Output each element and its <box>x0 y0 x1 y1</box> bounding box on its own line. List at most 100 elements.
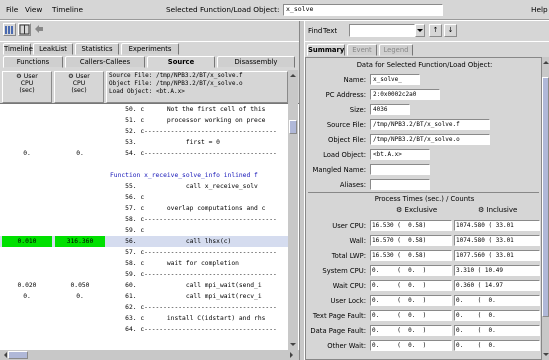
source-file-field[interactable]: /tmp/NPB3.2/BT/x_solve.f <box>370 119 490 130</box>
table-row[interactable] <box>0 159 288 170</box>
metric-label: Wait CPU: <box>332 282 366 290</box>
table-row[interactable]: 59. c----------------------------------- <box>0 269 288 280</box>
right-tabs: Summary Event Legend <box>305 42 549 57</box>
tab-event[interactable]: Event <box>347 44 377 56</box>
source-vertical-scrollbar[interactable] <box>288 70 298 350</box>
table-row[interactable]: 57. c overlap computations and c <box>0 203 288 214</box>
scroll-thumb[interactable] <box>542 77 549 317</box>
metric-exclusive-value: 0. ( 0. ) <box>370 265 452 276</box>
table-row[interactable]: 52. c----------------------------------- <box>0 126 288 137</box>
metric-label: Data Page Fault: <box>310 327 366 335</box>
find-next-button[interactable]: ↓ <box>444 24 457 37</box>
table-row[interactable]: 53. first = 0 <box>0 137 288 148</box>
selected-object-title: Selected Function/Load Object: <box>166 5 280 14</box>
tab-summary[interactable]: Summary <box>307 44 345 56</box>
inclusive-cpu-cell: 316.360 <box>55 236 105 247</box>
table-row[interactable]: 58. c wait for completion <box>0 258 288 269</box>
metric-label: User CPU: <box>332 222 366 230</box>
source-line: 61. call mpi_wait(recv_i <box>110 293 262 300</box>
menu-view[interactable]: View <box>25 5 42 14</box>
menu-file[interactable]: File <box>6 5 18 14</box>
scroll-thumb[interactable] <box>289 120 297 134</box>
table-row-hot[interactable]: 0.010 316.360 56. call lhsx(c) <box>0 236 288 247</box>
inclusive-label: Inclusive <box>486 206 518 214</box>
table-row[interactable]: 58. c----------------------------------- <box>0 214 288 225</box>
source-line: 57. c----------------------------------- <box>110 249 277 256</box>
source-line: 63. c install C(idstart) and rhs <box>110 315 266 322</box>
menu-help[interactable]: Help <box>531 5 548 14</box>
column-header-line: CPU <box>72 80 86 87</box>
tab-statistics[interactable]: Statistics <box>75 43 119 55</box>
table-row[interactable]: 64. c----------------------------------- <box>0 324 288 335</box>
process-times-title: Process Times (sec.) / Counts <box>374 195 475 203</box>
exclusive-header[interactable]: ⚙ Exclusive <box>396 206 437 214</box>
table-row[interactable]: 0. 0. 54. c------------------------------… <box>0 148 288 159</box>
tab-leaklist[interactable]: LeakList <box>33 43 73 55</box>
table-row[interactable]: 59. c <box>0 225 288 236</box>
scroll-left-icon[interactable] <box>1 352 7 358</box>
selected-object-field[interactable]: x_solve <box>283 4 443 16</box>
metric-exclusive-value: 0. ( 0. ) <box>370 325 452 336</box>
scroll-thumb[interactable] <box>8 351 28 359</box>
tab-source[interactable]: Source <box>147 56 215 68</box>
tab-legend[interactable]: Legend <box>379 44 413 56</box>
metric-inclusive-value: 1077.560 ( 33.01 <box>454 250 540 261</box>
table-row[interactable]: 55. call x_receive_solv <box>0 181 288 192</box>
inclusive-header[interactable]: ⚙ Inclusive <box>478 206 517 214</box>
menu-timeline[interactable]: Timeline <box>52 5 83 14</box>
table-row[interactable]: 62. c----------------------------------- <box>0 302 288 313</box>
column-header-user-cpu-inclusive[interactable]: ⚙ User CPU (sec) <box>54 71 104 103</box>
scroll-up-icon[interactable] <box>290 71 296 77</box>
column-header-line: (sec) <box>19 87 35 94</box>
source-line: 60. call mpi_wait(send_i <box>110 282 262 289</box>
scroll-up-icon[interactable] <box>542 58 549 64</box>
source-horizontal-scrollbar[interactable] <box>0 350 299 360</box>
inclusive-cpu-cell: 0. <box>76 150 84 157</box>
table-row[interactable]: 63. c install C(idstart) and rhs <box>0 313 288 324</box>
scroll-down-icon[interactable] <box>542 353 549 359</box>
exclusive-cpu-cell: 0.010 <box>2 236 52 247</box>
table-row[interactable]: 57. c----------------------------------- <box>0 247 288 258</box>
table-row[interactable]: 0.020 0.050 60. call mpi_wait(send_i <box>0 280 288 291</box>
scroll-right-icon[interactable] <box>290 352 296 358</box>
back-arrow-icon[interactable] <box>33 23 46 36</box>
tab-experiments[interactable]: Experiments <box>121 43 179 55</box>
inline-note: Function x_receive_solve_info inlined f <box>110 172 258 179</box>
metric-icon: ⚙ <box>478 206 485 214</box>
inclusive-cpu-cell: 0. <box>76 293 84 300</box>
name-field[interactable]: x_solve_ <box>370 74 420 85</box>
tab-disassembly[interactable]: Disassembly <box>217 56 295 68</box>
column-header-user-cpu[interactable]: ⚙ User CPU (sec) <box>2 71 52 103</box>
exclusive-label: Exclusive <box>404 206 438 214</box>
find-dropdown-button[interactable] <box>415 24 425 37</box>
find-input[interactable] <box>349 24 415 37</box>
column-header-line: User <box>23 73 38 80</box>
column-header-source[interactable]: Source File: /tmp/NPB3.2/BT/x_solve.f Ob… <box>106 71 288 103</box>
table-row[interactable]: 50. c Not the first cell of this <box>0 104 288 115</box>
object-file-field[interactable]: /tmp/NPB3.2/BT/x_solve.o <box>370 134 490 145</box>
table-row[interactable]: 51. c processor working on prece <box>0 115 288 126</box>
tab-functions[interactable]: Functions <box>3 56 63 68</box>
tab-timeline[interactable]: Timeline <box>3 43 33 55</box>
table-row[interactable]: 56. c <box>0 192 288 203</box>
split-view-icon[interactable] <box>18 23 31 36</box>
source-pane[interactable]: 50. c Not the first cell of this 51. c p… <box>0 104 288 350</box>
aliases-field[interactable] <box>370 179 430 190</box>
scroll-down-icon[interactable] <box>290 343 296 349</box>
column-header-line: (sec) <box>71 87 87 94</box>
find-previous-button[interactable]: ↑ <box>429 24 442 37</box>
tab-callers-callees[interactable]: Callers-Callees <box>65 56 145 68</box>
load-object-field[interactable]: <bt.A.x> <box>370 149 430 160</box>
source-line: 54. c----------------------------------- <box>110 150 277 157</box>
size-field[interactable]: 4036 <box>370 104 410 115</box>
summary-scrollbar[interactable] <box>542 57 549 360</box>
table-row[interactable]: 0. 0. 61. call mpi_wait(recv_i <box>0 291 288 302</box>
exclusive-cpu-cell: 0. <box>23 150 31 157</box>
table-row[interactable]: Function x_receive_solve_info inlined f <box>0 170 288 181</box>
metric-label: System CPU: <box>322 267 366 275</box>
pc-address-field[interactable]: 2:0x0002c2a0 <box>370 89 440 100</box>
metric-exclusive-value: 0. ( 0. ) <box>370 340 452 351</box>
source-view-icon[interactable] <box>3 23 16 36</box>
mangled-name-field[interactable] <box>370 164 430 175</box>
metric-inclusive-value: 0. ( 0. <box>454 310 540 321</box>
